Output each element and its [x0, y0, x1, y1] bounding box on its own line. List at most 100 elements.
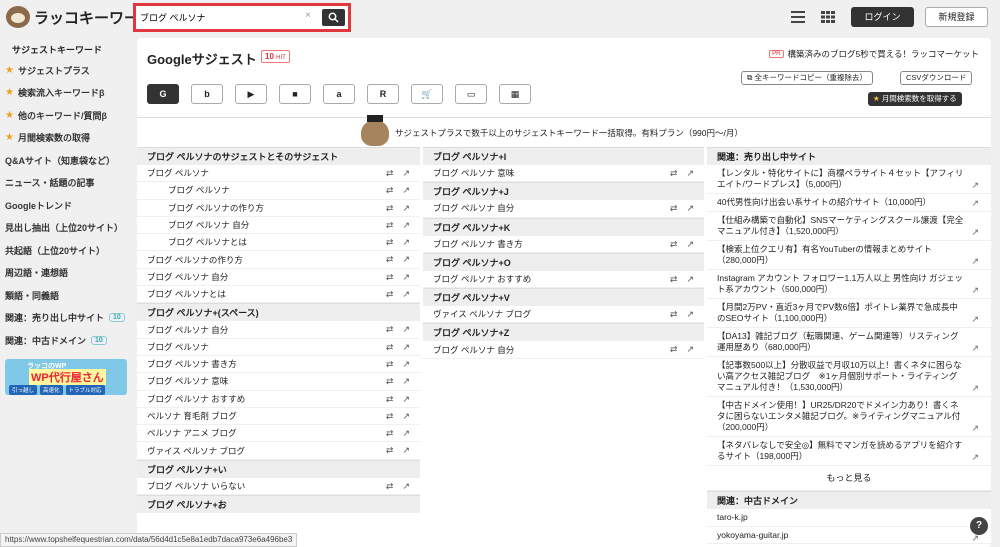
site-listing[interactable]: 【仕組み構築で自動化】SNSマーケティングスクール譲渡【完全マニュアル付き】（1… [707, 212, 991, 241]
image-engine-icon[interactable]: ▭ [455, 84, 487, 104]
external-link-icon[interactable]: ↗ [402, 185, 410, 196]
google-engine-icon[interactable]: G [147, 84, 179, 104]
help-button[interactable]: ? [970, 517, 988, 535]
repeat-icon[interactable]: ⇄ [386, 359, 394, 370]
repeat-icon[interactable]: ⇄ [670, 309, 678, 320]
suggest-row[interactable]: ブログ ペルソナ 自分 ⇄ ↗ [137, 217, 420, 235]
suggest-row[interactable]: ブログ ペルソナ ⇄ ↗ [137, 339, 420, 356]
repeat-icon[interactable]: ⇄ [386, 394, 394, 405]
suggest-row[interactable]: ブログ ペルソナ 自分 ⇄ ↗ [423, 341, 704, 359]
suggest-row[interactable]: ブログ ペルソナ 書き方 ⇄ ↗ [423, 236, 704, 253]
repeat-icon[interactable]: ⇄ [670, 344, 678, 355]
repeat-icon[interactable]: ⇄ [386, 481, 394, 492]
sidebar-item[interactable]: Googleトレンド [0, 194, 133, 217]
sidebar-item[interactable]: 類語・同義語 [0, 284, 133, 307]
external-link-icon[interactable]: ↗ [686, 344, 694, 355]
repeat-icon[interactable]: ⇄ [386, 411, 394, 422]
external-link-icon[interactable]: ↗ [971, 256, 979, 267]
external-link-icon[interactable]: ↗ [971, 343, 979, 354]
monthly-volume-button[interactable]: ★ 月間検索数を取得する [868, 92, 962, 106]
repeat-icon[interactable]: ⇄ [386, 272, 394, 283]
external-link-icon[interactable]: ↗ [402, 359, 410, 370]
suggest-row[interactable]: ブログ ペルソナの作り方 ⇄ ↗ [137, 200, 420, 217]
shopping-engine-icon[interactable]: 🛒 [411, 84, 443, 104]
repeat-icon[interactable]: ⇄ [670, 274, 678, 285]
repeat-icon[interactable]: ⇄ [386, 220, 394, 231]
suggest-row[interactable]: ブログ ペルソナ いらない ⇄ ↗ [137, 478, 420, 496]
search-button[interactable] [322, 9, 345, 26]
register-button[interactable]: 新規登録 [925, 7, 988, 27]
external-link-icon[interactable]: ↗ [402, 394, 410, 405]
csv-download-button[interactable]: CSVダウンロード [900, 71, 973, 85]
site-listing[interactable]: 【記事数500以上】分散収益で月収10万以上！書くネタに困らない高アクセス雑記ブ… [707, 357, 991, 397]
video-engine-icon[interactable]: ■ [279, 84, 311, 104]
sidebar-item[interactable]: 共起語（上位20サイト） [0, 239, 133, 262]
site-listing[interactable]: 【ネタバレなしで安全◎】無料でマンガを読めるアプリを紹介するサイト（198,00… [707, 437, 991, 466]
repeat-icon[interactable]: ⇄ [386, 237, 394, 248]
repeat-icon[interactable]: ⇄ [386, 185, 394, 196]
site-listing[interactable]: 【DA13】雑記ブログ（転職関連、ゲーム関連等）リスティング運用歴あり（680,… [707, 328, 991, 357]
sidebar-item[interactable]: ★ 他のキーワード/質問β [0, 104, 133, 127]
search-input[interactable] [140, 9, 314, 26]
repeat-icon[interactable]: ⇄ [386, 376, 394, 387]
suggest-row[interactable]: ブログ ペルソナの作り方 ⇄ ↗ [137, 251, 420, 269]
sidebar-item[interactable]: 見出し抽出（上位20サイト） [0, 217, 133, 240]
repeat-icon[interactable]: ⇄ [386, 428, 394, 439]
external-link-icon[interactable]: ↗ [686, 168, 694, 179]
external-link-icon[interactable]: ↗ [686, 309, 694, 320]
external-link-icon[interactable]: ↗ [971, 227, 979, 238]
suggest-row[interactable]: ブログ ペルソナ 自分 ⇄ ↗ [137, 269, 420, 287]
list-menu-icon[interactable] [790, 10, 806, 24]
sidebar-heading[interactable]: サジェストキーワード [0, 38, 133, 59]
suggest-row[interactable]: ブログ ペルソナ 書き方 ⇄ ↗ [137, 356, 420, 374]
external-link-icon[interactable]: ↗ [402, 481, 410, 492]
suggest-row[interactable]: ペルソナ 育毛剤 ブログ ⇄ ↗ [137, 408, 420, 426]
external-link-icon[interactable]: ↗ [402, 411, 410, 422]
suggest-row[interactable]: ペルソナ アニメ ブログ ⇄ ↗ [137, 425, 420, 443]
suggest-row[interactable]: ブログ ペルソナ ⇄ ↗ [137, 182, 420, 200]
repeat-icon[interactable]: ⇄ [386, 445, 394, 456]
repeat-icon[interactable]: ⇄ [386, 342, 394, 353]
external-link-icon[interactable]: ↗ [402, 254, 410, 265]
external-link-icon[interactable]: ↗ [402, 289, 410, 300]
login-button[interactable]: ログイン [851, 7, 914, 27]
external-link-icon[interactable]: ↗ [971, 314, 979, 325]
sidebar-item[interactable]: 関連：中古ドメイン 10 [0, 329, 133, 352]
suggest-row[interactable]: ブログ ペルソナ おすすめ ⇄ ↗ [423, 271, 704, 289]
rakuten-engine-icon[interactable]: R [367, 84, 399, 104]
suggest-row[interactable]: ブログ ペルソナ 自分 ⇄ ↗ [423, 200, 704, 218]
external-link-icon[interactable]: ↗ [971, 198, 979, 209]
copy-all-button[interactable]: ⧉ 全キーワードコピー（重複除去） [741, 71, 873, 85]
external-link-icon[interactable]: ↗ [402, 428, 410, 439]
repeat-icon[interactable]: ⇄ [386, 289, 394, 300]
suggest-row[interactable]: ヴァイス ペルソナ ブログ ⇄ ↗ [137, 442, 420, 460]
logo[interactable]: ラッコキーワード [6, 6, 154, 28]
apps-engine-icon[interactable]: ▦ [499, 84, 531, 104]
sidebar-item[interactable]: ★ 検索流入キーワードβ [0, 82, 133, 105]
external-link-icon[interactable]: ↗ [686, 239, 694, 250]
more-button[interactable]: もっと見る [707, 466, 991, 491]
site-listing[interactable]: 40代男性向け出会い系サイトの紹介サイト（10,000円） ↗ [707, 194, 991, 212]
repeat-icon[interactable]: ⇄ [386, 254, 394, 265]
external-link-icon[interactable]: ↗ [971, 180, 979, 191]
external-link-icon[interactable]: ↗ [971, 285, 979, 296]
suggest-row[interactable]: ブログ ペルソナ ⇄ ↗ [137, 165, 420, 183]
repeat-icon[interactable]: ⇄ [670, 168, 678, 179]
repeat-icon[interactable]: ⇄ [386, 324, 394, 335]
suggest-row[interactable]: ブログ ペルソナ 意味 ⇄ ↗ [423, 165, 704, 183]
clear-search-icon[interactable]: × [305, 10, 311, 21]
external-link-icon[interactable]: ↗ [402, 324, 410, 335]
sidebar-item[interactable]: 周辺語・連想語 [0, 262, 133, 285]
wp-service-banner[interactable]: ラッコのWP WP代行屋さん 引っ越し 高速化 トラブル対応 [5, 358, 127, 395]
repeat-icon[interactable]: ⇄ [386, 168, 394, 179]
domain-listing[interactable]: yokoyama-guitar.jp ↗ [707, 527, 991, 544]
external-link-icon[interactable]: ↗ [402, 342, 410, 353]
repeat-icon[interactable]: ⇄ [670, 203, 678, 214]
external-link-icon[interactable]: ↗ [402, 445, 410, 456]
suggest-row[interactable]: ヴァイス ペルソナ ブログ ⇄ ↗ [423, 306, 704, 324]
suggest-row[interactable]: ブログ ペルソナ 意味 ⇄ ↗ [137, 373, 420, 391]
grid-menu-icon[interactable] [820, 10, 836, 24]
external-link-icon[interactable]: ↗ [402, 203, 410, 214]
site-listing[interactable]: 【月間2万PV・直近3ヶ月でPV数6倍】ポイトレ業界で急成長中のSEOサイト（1… [707, 299, 991, 328]
repeat-icon[interactable]: ⇄ [670, 239, 678, 250]
